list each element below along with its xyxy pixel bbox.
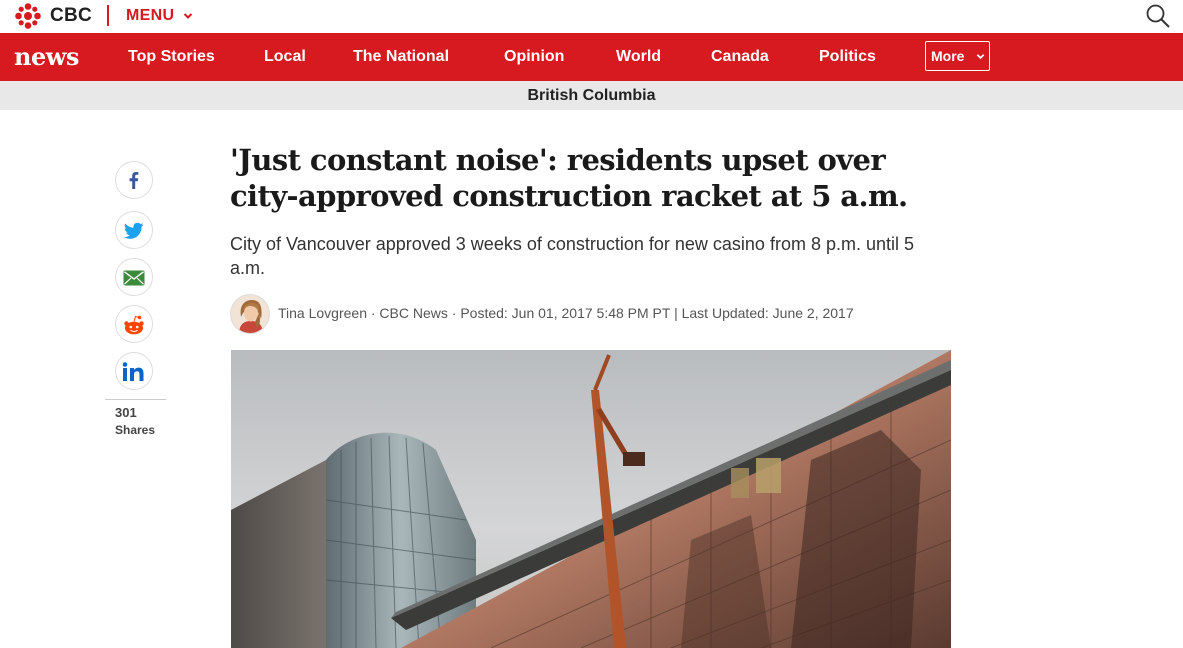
top-bar: CBC MENU	[0, 0, 1183, 33]
nav-item-the-national[interactable]: The National	[353, 48, 449, 66]
more-label: More	[931, 48, 965, 64]
share-email-button[interactable]	[115, 258, 153, 296]
section-bar: British Columbia	[0, 81, 1183, 110]
chevron-down-icon[interactable]	[183, 11, 193, 21]
menu-button[interactable]: MENU	[126, 7, 174, 25]
share-linkedin-button[interactable]	[115, 352, 153, 390]
author-avatar[interactable]	[230, 294, 270, 334]
linkedin-icon	[122, 362, 144, 381]
news-logo[interactable]: news	[14, 42, 79, 71]
cbc-gem-logo-icon[interactable]	[14, 2, 42, 30]
cbc-brand[interactable]: CBC	[50, 5, 92, 27]
header-divider	[107, 5, 109, 26]
email-icon	[123, 270, 145, 286]
nav-item-politics[interactable]: Politics	[819, 48, 876, 66]
share-count: 301	[115, 405, 137, 420]
nav-item-opinion[interactable]: Opinion	[504, 48, 564, 66]
share-divider	[105, 399, 166, 400]
nav-item-canada[interactable]: Canada	[711, 48, 769, 66]
share-twitter-button[interactable]	[115, 211, 153, 249]
twitter-icon	[124, 222, 144, 239]
nav-item-local[interactable]: Local	[264, 48, 306, 66]
reddit-icon	[124, 315, 144, 335]
article-deck: City of Vancouver approved 3 weeks of co…	[230, 234, 914, 278]
main-nav: news Top Stories Local The National Opin…	[0, 33, 1183, 81]
chevron-down-icon	[976, 54, 985, 60]
nav-item-world[interactable]: World	[616, 48, 661, 66]
article-hero-image[interactable]	[231, 350, 951, 648]
facebook-icon	[129, 172, 139, 189]
construction-photo	[231, 350, 951, 648]
author-photo	[231, 295, 269, 333]
share-reddit-button[interactable]	[115, 305, 153, 343]
search-icon[interactable]	[1145, 3, 1171, 29]
nav-item-top-stories[interactable]: Top Stories	[128, 48, 215, 66]
article-headline: 'Just constant noise': residents upset o…	[230, 143, 908, 213]
share-count-label: Shares	[115, 423, 156, 437]
share-facebook-button[interactable]	[115, 161, 153, 199]
more-button[interactable]: More	[925, 41, 990, 71]
section-title[interactable]: British Columbia	[0, 87, 1183, 105]
article-byline: Tina Lovgreen · CBC News · Posted: Jun 0…	[278, 305, 854, 321]
